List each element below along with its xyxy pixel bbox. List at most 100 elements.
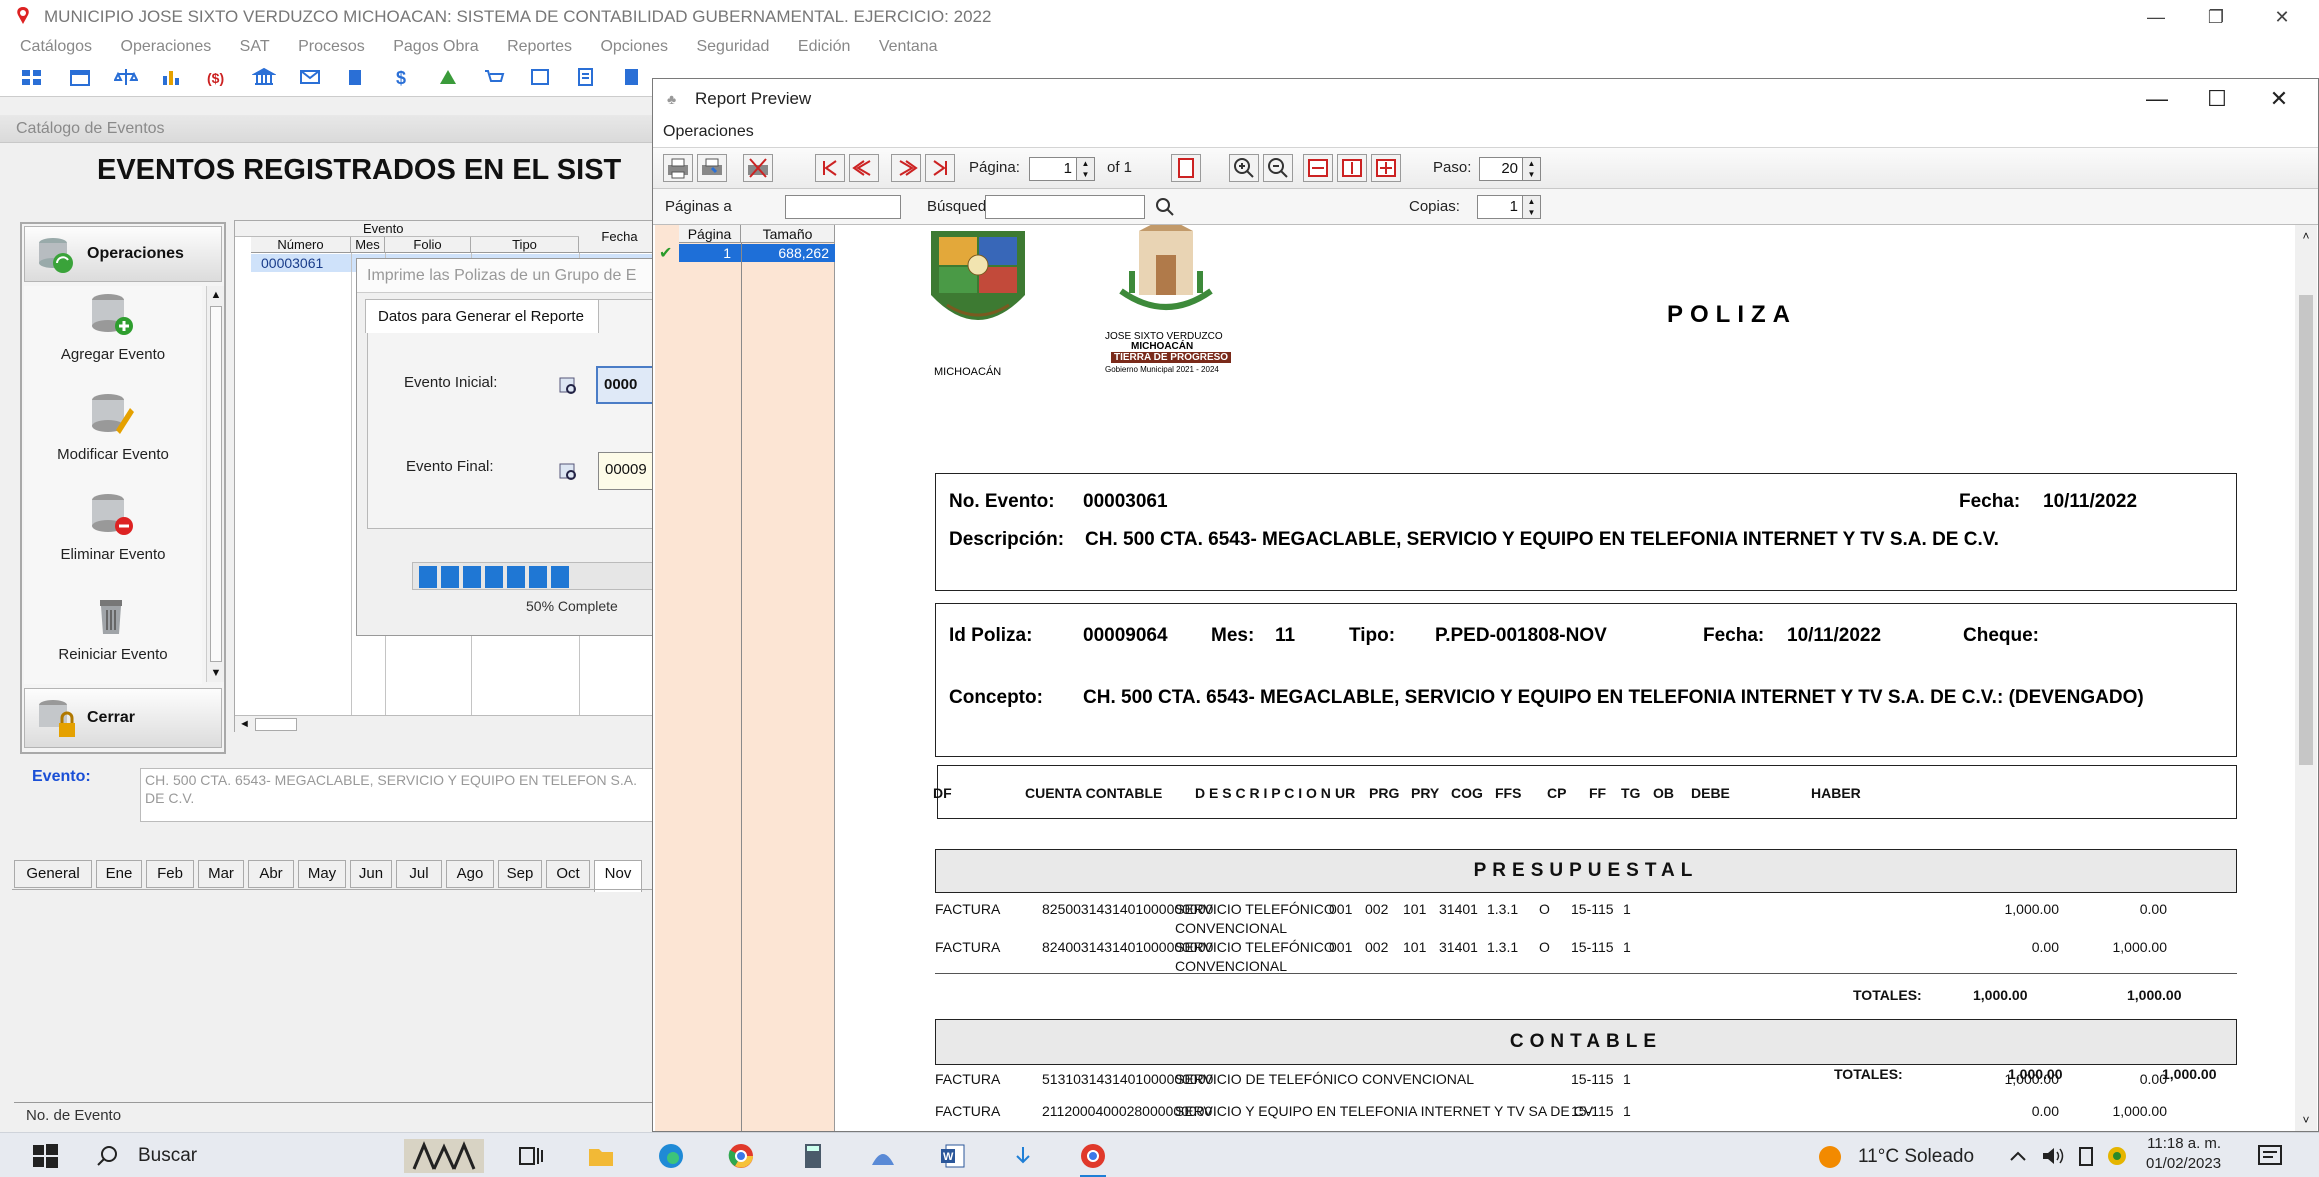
windows-start-icon[interactable] (30, 1141, 60, 1171)
export-button[interactable] (743, 154, 773, 182)
file-explorer-icon[interactable] (586, 1141, 616, 1171)
word-icon[interactable]: W (938, 1141, 968, 1171)
chrome-icon[interactable] (726, 1141, 756, 1171)
window-icon[interactable] (528, 66, 552, 88)
tab-month-mar[interactable]: Mar (198, 860, 244, 888)
document-icon[interactable] (574, 66, 598, 88)
preview-minimize-button[interactable]: — (2127, 79, 2187, 119)
app-tray-icon[interactable] (2104, 1145, 2130, 1167)
minimize-button[interactable]: — (2126, 0, 2186, 34)
delete-event-button[interactable]: Eliminar Evento (24, 486, 202, 586)
modify-event-button[interactable]: Modificar Evento (24, 386, 202, 486)
col-mes[interactable]: Mes (351, 237, 385, 253)
hscroll-thumb[interactable] (255, 718, 297, 731)
task-view-icon[interactable] (516, 1141, 546, 1171)
mail-icon[interactable] (298, 66, 322, 88)
zoom-in-button[interactable] (1229, 154, 1259, 182)
close-button[interactable]: ✕ (2252, 0, 2312, 34)
tab-month-jul[interactable]: Jul (396, 860, 442, 888)
next-page-button[interactable] (891, 154, 921, 182)
tab-month-ago[interactable]: Ago (446, 860, 494, 888)
scroll-down-icon[interactable]: ˅ (2299, 1113, 2313, 1127)
report-vscrollbar[interactable]: ˄ ˅ (2295, 225, 2317, 1131)
fit-height-button[interactable] (1337, 154, 1367, 182)
print-button[interactable] (663, 154, 693, 182)
report-scroll-thumb[interactable] (2299, 295, 2313, 765)
fit-width-button[interactable] (1303, 154, 1333, 182)
taskbar-search[interactable]: Buscar (84, 1136, 384, 1174)
book-icon[interactable] (620, 66, 644, 88)
app-shortcut-icon[interactable] (868, 1141, 898, 1171)
fit-page-button[interactable] (1371, 154, 1401, 182)
menu-procesos[interactable]: Procesos (298, 34, 365, 60)
menu-catalogos[interactable]: Catálogos (20, 34, 92, 60)
tab-datos-reporte[interactable]: Datos para Generar el Reporte (365, 299, 599, 333)
spin-arrows-icon[interactable]: ▲ ▼ (1522, 196, 1540, 218)
money-icon[interactable]: $ (390, 66, 414, 88)
col-pagina[interactable]: Página (679, 225, 741, 243)
operations-scrollbar[interactable]: ▲ ▼ (206, 286, 224, 682)
grid-icon[interactable] (20, 66, 44, 88)
tab-month-abr[interactable]: Abr (248, 860, 294, 888)
grid-hscrollbar[interactable]: ◄ (235, 715, 661, 733)
copias-input[interactable]: 1 ▲ ▼ (1477, 195, 1541, 219)
calendar-icon[interactable] (68, 66, 92, 88)
scroll-up-icon[interactable]: ˄ (2299, 229, 2313, 243)
menu-operaciones[interactable]: Operaciones (121, 34, 212, 60)
menu-pagos-obra[interactable]: Pagos Obra (393, 34, 478, 60)
building-icon[interactable] (344, 66, 368, 88)
clock[interactable]: 11:18 a. m. 01/02/2023 (2146, 1134, 2221, 1174)
tab-month-oct[interactable]: Oct (546, 860, 590, 888)
page-view-button[interactable] (1171, 154, 1201, 182)
menu-operaciones-preview[interactable]: Operaciones (663, 123, 754, 141)
balance-icon[interactable] (113, 66, 139, 88)
search-input[interactable] (985, 195, 1145, 219)
tab-month-nov[interactable]: Nov (594, 860, 642, 892)
col-tipo[interactable]: Tipo (471, 237, 579, 253)
chrome-running-icon[interactable] (1078, 1141, 1108, 1171)
scroll-left-icon[interactable]: ◄ (239, 718, 250, 730)
close-catalog-button[interactable]: Cerrar (24, 688, 222, 748)
tab-month-may[interactable]: May (298, 860, 346, 888)
menu-edicion[interactable]: Edición (798, 34, 850, 60)
zoom-out-button[interactable] (1263, 154, 1293, 182)
prev-page-button[interactable] (849, 154, 879, 182)
tab-month-feb[interactable]: Feb (146, 860, 194, 888)
first-page-button[interactable] (815, 154, 845, 182)
preview-maximize-button[interactable]: ☐ (2187, 79, 2247, 119)
operations-header[interactable]: Operaciones (24, 226, 222, 282)
menu-seguridad[interactable]: Seguridad (696, 34, 769, 60)
menu-reportes[interactable]: Reportes (507, 34, 572, 60)
scroll-thumb[interactable] (210, 306, 222, 662)
lookup-icon[interactable] (558, 376, 580, 396)
spin-arrows-icon[interactable]: ▲ ▼ (1522, 158, 1540, 180)
paso-input[interactable]: 20 ▲ ▼ (1479, 157, 1541, 181)
print-setup-button[interactable] (697, 154, 727, 182)
evento-final-input[interactable]: 00009 (598, 452, 660, 490)
menu-ventana[interactable]: Ventana (879, 34, 938, 60)
edge-icon[interactable] (656, 1141, 686, 1171)
col-fecha[interactable]: Fecha (579, 221, 661, 253)
restore-button[interactable]: ❐ (2186, 0, 2246, 34)
add-event-button[interactable]: Agregar Evento (24, 286, 202, 386)
tab-month-sep[interactable]: Sep (498, 860, 542, 888)
reset-event-button[interactable]: Reiniciar Evento (24, 586, 202, 684)
pages-list[interactable]: Página Tamaño ✔ 1 688,262 (655, 225, 849, 1131)
scroll-up-icon[interactable]: ▲ (209, 288, 223, 302)
weather-text[interactable]: 11°C Soleado (1858, 1146, 1974, 1168)
col-folio[interactable]: Folio (385, 237, 471, 253)
menu-sat[interactable]: SAT (240, 34, 270, 60)
download-icon[interactable] (1008, 1141, 1038, 1171)
paginas-input[interactable] (785, 195, 901, 219)
speaker-icon[interactable] (2040, 1145, 2066, 1167)
battery-icon[interactable] (2074, 1145, 2098, 1167)
col-tamano[interactable]: Tamaño (741, 225, 835, 243)
lookup-icon[interactable] (558, 462, 580, 482)
bank-icon[interactable] (251, 66, 277, 88)
menu-opciones[interactable]: Opciones (600, 34, 668, 60)
zebra-widget-icon[interactable] (404, 1139, 484, 1173)
col-numero[interactable]: Número (251, 237, 351, 253)
cart-icon[interactable] (482, 66, 506, 88)
notifications-icon[interactable] (2256, 1143, 2284, 1169)
tree-icon[interactable] (436, 66, 460, 88)
